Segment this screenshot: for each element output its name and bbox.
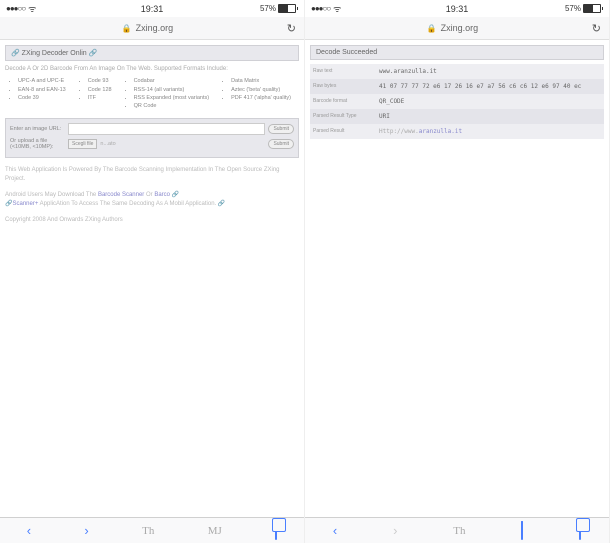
result-value: URI <box>376 109 604 124</box>
submit-url-button[interactable]: Submit <box>268 124 294 134</box>
result-label: Parsed Result Type <box>310 109 376 124</box>
url-input[interactable] <box>68 123 265 135</box>
format-item: PDF 417 ('alpha' quality) <box>231 94 291 102</box>
result-table: Raw textwww.aranzulla.itRaw bytes41 07 7… <box>310 64 604 139</box>
refresh-icon[interactable]: ↻ <box>287 22 296 35</box>
battery-pct: 57% <box>260 4 276 13</box>
format-item: Code 39 <box>18 94 66 102</box>
result-label: Raw text <box>310 64 376 79</box>
result-row: Raw textwww.aranzulla.it <box>310 64 604 79</box>
result-row: Parsed ResultHttp://www.aranzulla.it <box>310 124 604 139</box>
format-item: ITF <box>88 94 112 102</box>
formats-list: UPC-A and UPC-EEAN-8 and EAN-13Code 39 Co… <box>5 77 299 110</box>
format-item: Code 93 <box>88 77 112 85</box>
right-phone: ●●●○○ ᯤ 19:31 57% 🔒 Zxing.org ↻ Decode S… <box>305 0 610 543</box>
format-item: Data Matrix <box>231 77 291 85</box>
page-content: Decode Succeeded Raw textwww.aranzulla.i… <box>305 40 609 144</box>
result-header: Decode Succeeded <box>310 45 604 60</box>
share-button[interactable]: Th <box>142 525 154 537</box>
url-bar[interactable]: 🔒 Zxing.org ↻ <box>0 17 304 40</box>
link-scanner-plus[interactable]: Scanner+ <box>12 201 38 207</box>
result-row: Parsed Result TypeURI <box>310 109 604 124</box>
submit-file-button[interactable]: Submit <box>268 139 294 149</box>
format-item: Code 128 <box>88 86 112 94</box>
battery-pct: 57% <box>565 4 581 13</box>
battery-icon <box>278 4 298 13</box>
file-input-label: Or upload a file (<10MB, <10MP): <box>10 138 68 150</box>
lock-icon: 🔒 <box>122 24 132 33</box>
share-button[interactable]: Th <box>453 525 465 537</box>
file-name: n...ato <box>100 141 268 147</box>
format-item: UPC-A and UPC-E <box>18 77 66 85</box>
format-item: RSS Expanded (most variants) <box>134 94 210 102</box>
forward-button[interactable]: › <box>84 523 88 538</box>
link-barco[interactable]: Barco <box>154 192 170 198</box>
status-bar: ●●●○○ ᯤ 19:31 57% <box>0 0 304 17</box>
input-section: Enter an image URL: Submit Or upload a f… <box>5 118 299 158</box>
wifi-icon: ᯤ <box>28 2 36 15</box>
battery-icon <box>583 4 603 13</box>
tabs-button[interactable] <box>275 522 277 540</box>
url-bar[interactable]: 🔒 Zxing.org ↻ <box>305 17 609 40</box>
result-label: Barcode format <box>310 94 376 109</box>
signal-dots: ●●●○○ <box>311 4 330 13</box>
signal-dots: ●●●○○ <box>6 4 25 13</box>
result-label: Raw bytes <box>310 79 376 94</box>
choose-file-button[interactable]: Scegli file <box>68 139 97 149</box>
page-content: 🔗 ZXing Decoder Onlin 🔗 Decode A Or 2D B… <box>0 40 304 229</box>
result-value: www.aranzulla.it <box>376 64 604 79</box>
lock-icon: 🔒 <box>427 24 437 33</box>
left-phone: ●●●○○ ᯤ 19:31 57% 🔒 Zxing.org ↻ 🔗 ZXing … <box>0 0 305 543</box>
forward-button[interactable]: › <box>393 523 397 538</box>
tabs-button[interactable] <box>579 522 581 540</box>
result-value[interactable]: Http://www.aranzulla.it <box>376 124 604 139</box>
description: Decode A Or 2D Barcode From An Image On … <box>5 65 299 73</box>
footer-3: Copyright 2008 And Onwards ZXing Authors <box>5 216 299 224</box>
url-text: Zxing.org <box>441 23 479 33</box>
url-input-label: Enter an image URL: <box>10 126 68 132</box>
wifi-icon: ᯤ <box>333 2 341 15</box>
status-bar: ●●●○○ ᯤ 19:31 57% <box>305 0 609 17</box>
refresh-icon[interactable]: ↻ <box>592 22 601 35</box>
back-button[interactable]: ‹ <box>333 523 337 538</box>
url-text: Zxing.org <box>136 23 174 33</box>
format-item: EAN-8 and EAN-13 <box>18 86 66 94</box>
back-button[interactable]: ‹ <box>27 523 31 538</box>
format-item: Codabar <box>134 77 210 85</box>
link-scanner[interactable]: Barcode Scanner <box>98 192 144 198</box>
page-header: 🔗 ZXing Decoder Onlin 🔗 <box>5 45 299 61</box>
format-item: QR Code <box>134 102 210 110</box>
toolbar: ‹ › Th <box>305 517 609 543</box>
footer-2: Android Users May Download The Barcode S… <box>5 191 299 208</box>
result-row: Raw bytes41 07 77 77 72 e6 17 26 16 e7 a… <box>310 79 604 94</box>
result-label: Parsed Result <box>310 124 376 139</box>
bookmarks-button[interactable] <box>521 522 523 540</box>
result-value: QR_CODE <box>376 94 604 109</box>
footer-1: This Web Application Is Powered By The B… <box>5 166 299 183</box>
bookmarks-button[interactable]: MJ <box>208 525 222 537</box>
toolbar: ‹ › Th MJ <box>0 517 304 543</box>
result-value: 41 07 77 77 72 e6 17 26 16 e7 a7 56 c6 c… <box>376 79 604 94</box>
format-item: Aztec ('beta' quality) <box>231 86 291 94</box>
format-item: RSS-14 (all variants) <box>134 86 210 94</box>
time: 19:31 <box>103 4 200 14</box>
result-row: Barcode formatQR_CODE <box>310 94 604 109</box>
time: 19:31 <box>408 4 505 14</box>
